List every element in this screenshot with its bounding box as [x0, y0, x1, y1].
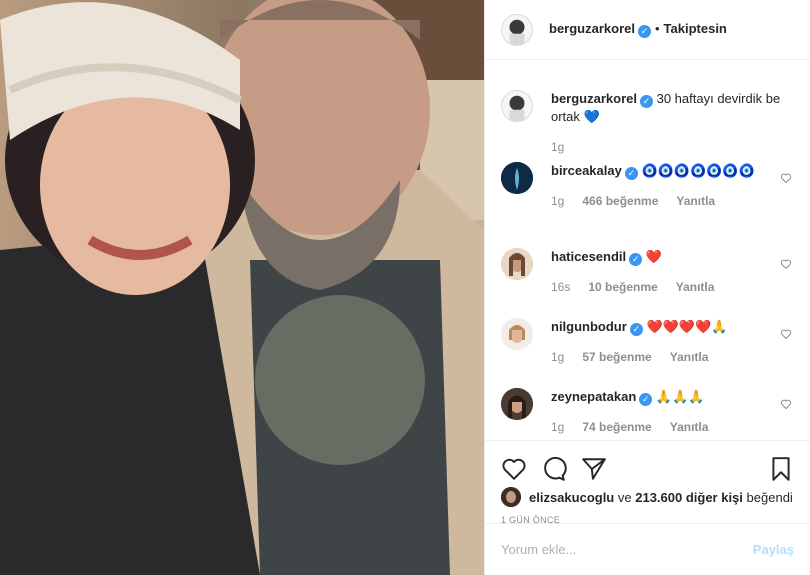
verified-badge-icon: ✓ [629, 253, 643, 266]
comment-likes[interactable]: 10 beğenme [588, 278, 657, 296]
verified-badge-icon: ✓ [624, 167, 638, 180]
comment-likes[interactable]: 466 beğenme [582, 192, 658, 210]
comment-input[interactable] [501, 542, 753, 557]
comment-like-heart-icon[interactable] [780, 258, 792, 270]
comment-text: 🙏🙏🙏 [655, 389, 705, 404]
verified-badge-icon: ✓ [639, 393, 653, 406]
comment-text: ❤️❤️❤️❤️🙏 [646, 319, 728, 334]
likes-summary: elizsakucoglu ve 213.600 diğer kişi beğe… [485, 487, 810, 507]
comment-age: 1g [551, 420, 565, 434]
verified-badge-icon: ✓ [639, 95, 653, 108]
reply-button[interactable]: Yanıtla [676, 192, 715, 210]
caption-age: 1g [551, 140, 565, 154]
post-photo[interactable] [0, 0, 484, 575]
verified-badge-icon: ✓ [637, 25, 651, 38]
share-icon[interactable] [581, 456, 607, 482]
comment-username[interactable]: nilgunbodur [551, 319, 627, 334]
comment-age: 16s [551, 280, 571, 294]
comment-like-heart-icon[interactable] [780, 398, 792, 410]
caption: berguzarkorel ✓ 30 haftayı devirdik be or… [501, 90, 794, 156]
post-image [0, 0, 484, 575]
post-details-panel: berguzarkorel ✓ • Takiptesin berguzarkorel ✓… [484, 0, 810, 575]
comment-row: haticesendil ✓ ❤️ 16s 10 beğenme Yanıtla [501, 248, 794, 296]
post-comment-button[interactable]: Paylaş [753, 542, 794, 557]
author-username[interactable]: berguzarkorel [549, 21, 635, 36]
commenter-avatar[interactable] [501, 318, 533, 350]
author-avatar[interactable] [501, 13, 533, 46]
separator-dot: • [654, 21, 660, 36]
comment-likes[interactable]: 74 beğenme [582, 418, 651, 436]
comment-row: nilgunbodur ✓ ❤️❤️❤️❤️🙏 1g 57 beğenme Yanıt… [501, 318, 794, 366]
add-comment-bar: Paylaş [485, 523, 810, 575]
likes-count[interactable]: 213.600 diğer kişi [635, 490, 743, 505]
comments-list[interactable]: berguzarkorel ✓ 30 haftayı devirdik be or… [485, 60, 810, 440]
commenter-avatar[interactable] [501, 388, 533, 420]
comment-icon[interactable] [541, 456, 567, 482]
bookmark-icon[interactable] [768, 456, 794, 482]
caption-avatar[interactable] [501, 90, 533, 122]
likes-connector: ve [617, 489, 632, 505]
comment-username[interactable]: haticesendil [551, 249, 626, 264]
comment-row: birceakalay ✓ 🧿🧿🧿🧿🧿🧿🧿 1g 466 beğenme Yanıtl… [501, 162, 794, 210]
comment-text: ❤️ [645, 249, 662, 264]
liker-avatar[interactable] [501, 487, 521, 507]
action-icons [485, 441, 810, 487]
comment-username[interactable]: zeynepatakan [551, 389, 636, 404]
reply-button[interactable]: Yanıtla [670, 348, 709, 366]
commenter-avatar[interactable] [501, 162, 533, 194]
likes-suffix: beğendi [746, 489, 793, 505]
comment-text: 🧿🧿🧿🧿🧿🧿🧿 [641, 163, 755, 178]
follow-status-button[interactable]: Takiptesin [664, 21, 727, 36]
comment-like-heart-icon[interactable] [780, 172, 792, 184]
post-header: berguzarkorel ✓ • Takiptesin [485, 0, 810, 60]
verified-badge-icon: ✓ [629, 323, 643, 336]
comment-like-heart-icon[interactable] [780, 328, 792, 340]
caption-username[interactable]: berguzarkorel [551, 91, 637, 106]
reply-button[interactable]: Yanıtla [676, 278, 715, 296]
liker-username[interactable]: elizsakucoglu [529, 490, 614, 505]
reply-button[interactable]: Yanıtla [670, 418, 709, 436]
comment-username[interactable]: birceakalay [551, 163, 622, 178]
commenter-avatar[interactable] [501, 248, 533, 280]
heart-icon[interactable] [501, 456, 527, 482]
comment-age: 1g [551, 350, 565, 364]
post-actions: elizsakucoglu ve 213.600 diğer kişi beğe… [485, 440, 810, 575]
comment-age: 1g [551, 194, 565, 208]
comment-row: zeynepatakan ✓ 🙏🙏🙏 1g 74 beğenme Yanıtla [501, 388, 794, 436]
comment-likes[interactable]: 57 beğenme [582, 348, 651, 366]
